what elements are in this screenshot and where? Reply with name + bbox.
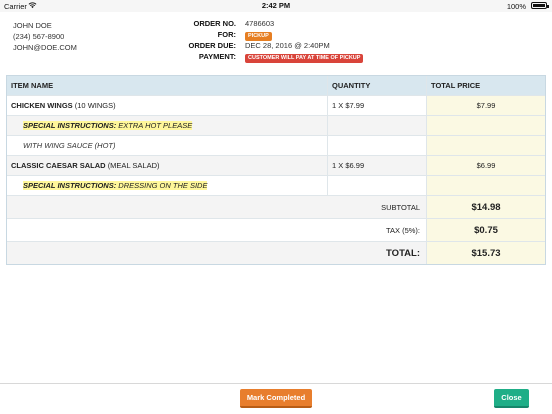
special-instructions-label: SPECIAL INSTRUCTIONS: [23,121,117,130]
close-button[interactable]: Close [494,389,529,408]
tax-row: TAX (5%): $0.75 [7,218,545,241]
empty-price-cell [427,136,545,155]
order-due-label: ORDER DUE: [188,41,236,50]
empty-cell [328,136,427,155]
pickup-badge: PICKUP [245,32,272,41]
empty-cell [328,176,427,195]
header-quantity: QUANTITY [328,76,427,95]
order-items-table: ITEM NAME QUANTITY TOTAL PRICE CHICKEN W… [6,75,546,265]
item-name-cell: CLASSIC CAESAR SALAD (MEAL SALAD) [7,156,328,175]
special-instructions-text: EXTRA HOT PLEASE [118,121,193,130]
special-instructions: SPECIAL INSTRUCTIONS: DRESSING ON THE SI… [23,181,208,190]
item-price: $7.99 [427,96,545,115]
tax-label: TAX (5%): [7,219,427,241]
subtotal-label: SUBTOTAL [7,196,427,218]
total-label: TOTAL: [7,242,427,264]
item-quantity: 1 X $7.99 [328,96,427,115]
order-number-label: ORDER NO. [193,19,236,28]
order-for-label: FOR: [217,30,236,39]
table-row: CHICKEN WINGS (10 WINGS) 1 X $7.99 $7.99 [7,95,545,115]
special-instructions-text: DRESSING ON THE SIDE [118,181,208,190]
special-instructions-label: SPECIAL INSTRUCTIONS: [23,181,117,190]
special-instructions-cell: SPECIAL INSTRUCTIONS: DRESSING ON THE SI… [7,176,328,195]
tax-value: $0.75 [427,219,545,241]
empty-cell [328,116,427,135]
item-option-row: WITH WING SAUCE (HOT) [7,135,545,155]
item-name-cell: CHICKEN WINGS (10 WINGS) [7,96,328,115]
mark-completed-button[interactable]: Mark Completed [240,389,312,408]
item-price: $6.99 [427,156,545,175]
item-detail: (MEAL SALAD) [107,161,160,170]
subtotal-value: $14.98 [427,196,545,218]
item-name: CLASSIC CAESAR SALAD [11,161,106,170]
special-instructions: SPECIAL INSTRUCTIONS: EXTRA HOT PLEASE [23,121,193,130]
payment-badge: CUSTOMER WILL PAY AT TIME OF PICKUP [245,54,364,63]
order-number-row: ORDER NO. 4786603 [0,19,552,30]
empty-price-cell [427,116,545,135]
special-instructions-row: SPECIAL INSTRUCTIONS: DRESSING ON THE SI… [7,175,545,195]
order-number: 4786603 [245,19,275,28]
empty-price-cell [427,176,545,195]
special-instructions-row: SPECIAL INSTRUCTIONS: EXTRA HOT PLEASE [7,115,545,135]
subtotal-row: SUBTOTAL $14.98 [7,195,545,218]
clock: 2:42 PM [261,1,291,10]
table-header-row: ITEM NAME QUANTITY TOTAL PRICE [7,76,545,95]
item-detail: (10 WINGS) [74,101,116,110]
total-row: TOTAL: $15.73 [7,241,545,264]
payment-label: PAYMENT: [198,52,236,61]
header-item-name: ITEM NAME [7,76,328,95]
order-due-row: ORDER DUE: DEC 28, 2016 @ 2:40PM [0,41,552,52]
battery-icon [531,2,549,9]
special-instructions-cell: SPECIAL INSTRUCTIONS: EXTRA HOT PLEASE [7,116,328,135]
item-name: CHICKEN WINGS [11,101,73,110]
status-bar: Carrier 2:42 PM 100% [0,0,552,12]
header-total-price: TOTAL PRICE [431,81,481,90]
battery-percent: 100% [506,2,526,11]
order-due-value: DEC 28, 2016 @ 2:40PM [245,41,330,50]
table-row: CLASSIC CAESAR SALAD (MEAL SALAD) 1 X $6… [7,155,545,175]
order-payment-row: PAYMENT: CUSTOMER WILL PAY AT TIME OF PI… [0,52,552,63]
total-value: $15.73 [427,242,545,264]
item-quantity: 1 X $6.99 [328,156,427,175]
item-option: WITH WING SAUCE (HOT) [7,136,328,155]
bottom-toolbar: Mark Completed Close [0,383,552,414]
order-for-row: FOR: PICKUP [0,30,552,41]
